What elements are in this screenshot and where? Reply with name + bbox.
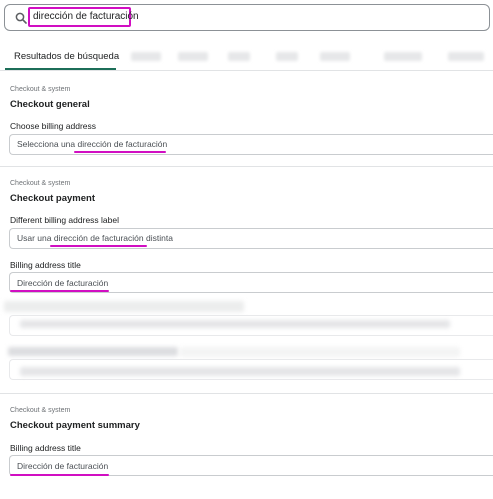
redacted-field-value (20, 320, 450, 328)
tab-redacted[interactable] (276, 52, 298, 61)
field-label: Different billing address label (10, 215, 119, 225)
tab-search-results[interactable]: Resultados de búsqueda (14, 51, 119, 62)
section-category: Checkout & system (10, 407, 71, 414)
section-divider (0, 166, 493, 167)
redacted-field-label (4, 301, 244, 312)
search-icon (15, 12, 27, 24)
section-category: Checkout & system (10, 86, 71, 93)
redacted-field-label (8, 347, 178, 356)
section-title: Checkout general (10, 99, 90, 110)
field-value: Dirección de facturación (17, 278, 109, 288)
match-highlight (10, 290, 109, 292)
tab-redacted[interactable] (448, 52, 484, 61)
field-value: Selecciona una dirección de facturación (17, 139, 168, 149)
field-value: Usar una dirección de facturación distin… (17, 233, 173, 243)
section-title: Checkout payment (10, 193, 95, 204)
section-divider (0, 393, 493, 394)
tab-redacted[interactable] (228, 52, 250, 61)
redacted-field-value (20, 367, 460, 376)
match-highlight (10, 474, 109, 476)
match-highlight (74, 151, 166, 153)
tab-redacted[interactable] (320, 52, 350, 61)
field-label: Billing address title (10, 260, 81, 270)
field-label: Choose billing address (10, 121, 96, 131)
section-category: Checkout & system (10, 180, 71, 187)
tab-redacted[interactable] (384, 52, 422, 61)
search-input[interactable]: dirección de facturación (33, 11, 139, 22)
tab-redacted[interactable] (131, 52, 161, 61)
match-highlight (50, 245, 147, 247)
tab-redacted[interactable] (178, 52, 208, 61)
field-value: Dirección de facturación (17, 461, 109, 471)
redacted-field-label (180, 347, 460, 357)
section-title: Checkout payment summary (10, 420, 140, 431)
tabs-divider (0, 70, 493, 71)
field-label: Billing address title (10, 443, 81, 453)
